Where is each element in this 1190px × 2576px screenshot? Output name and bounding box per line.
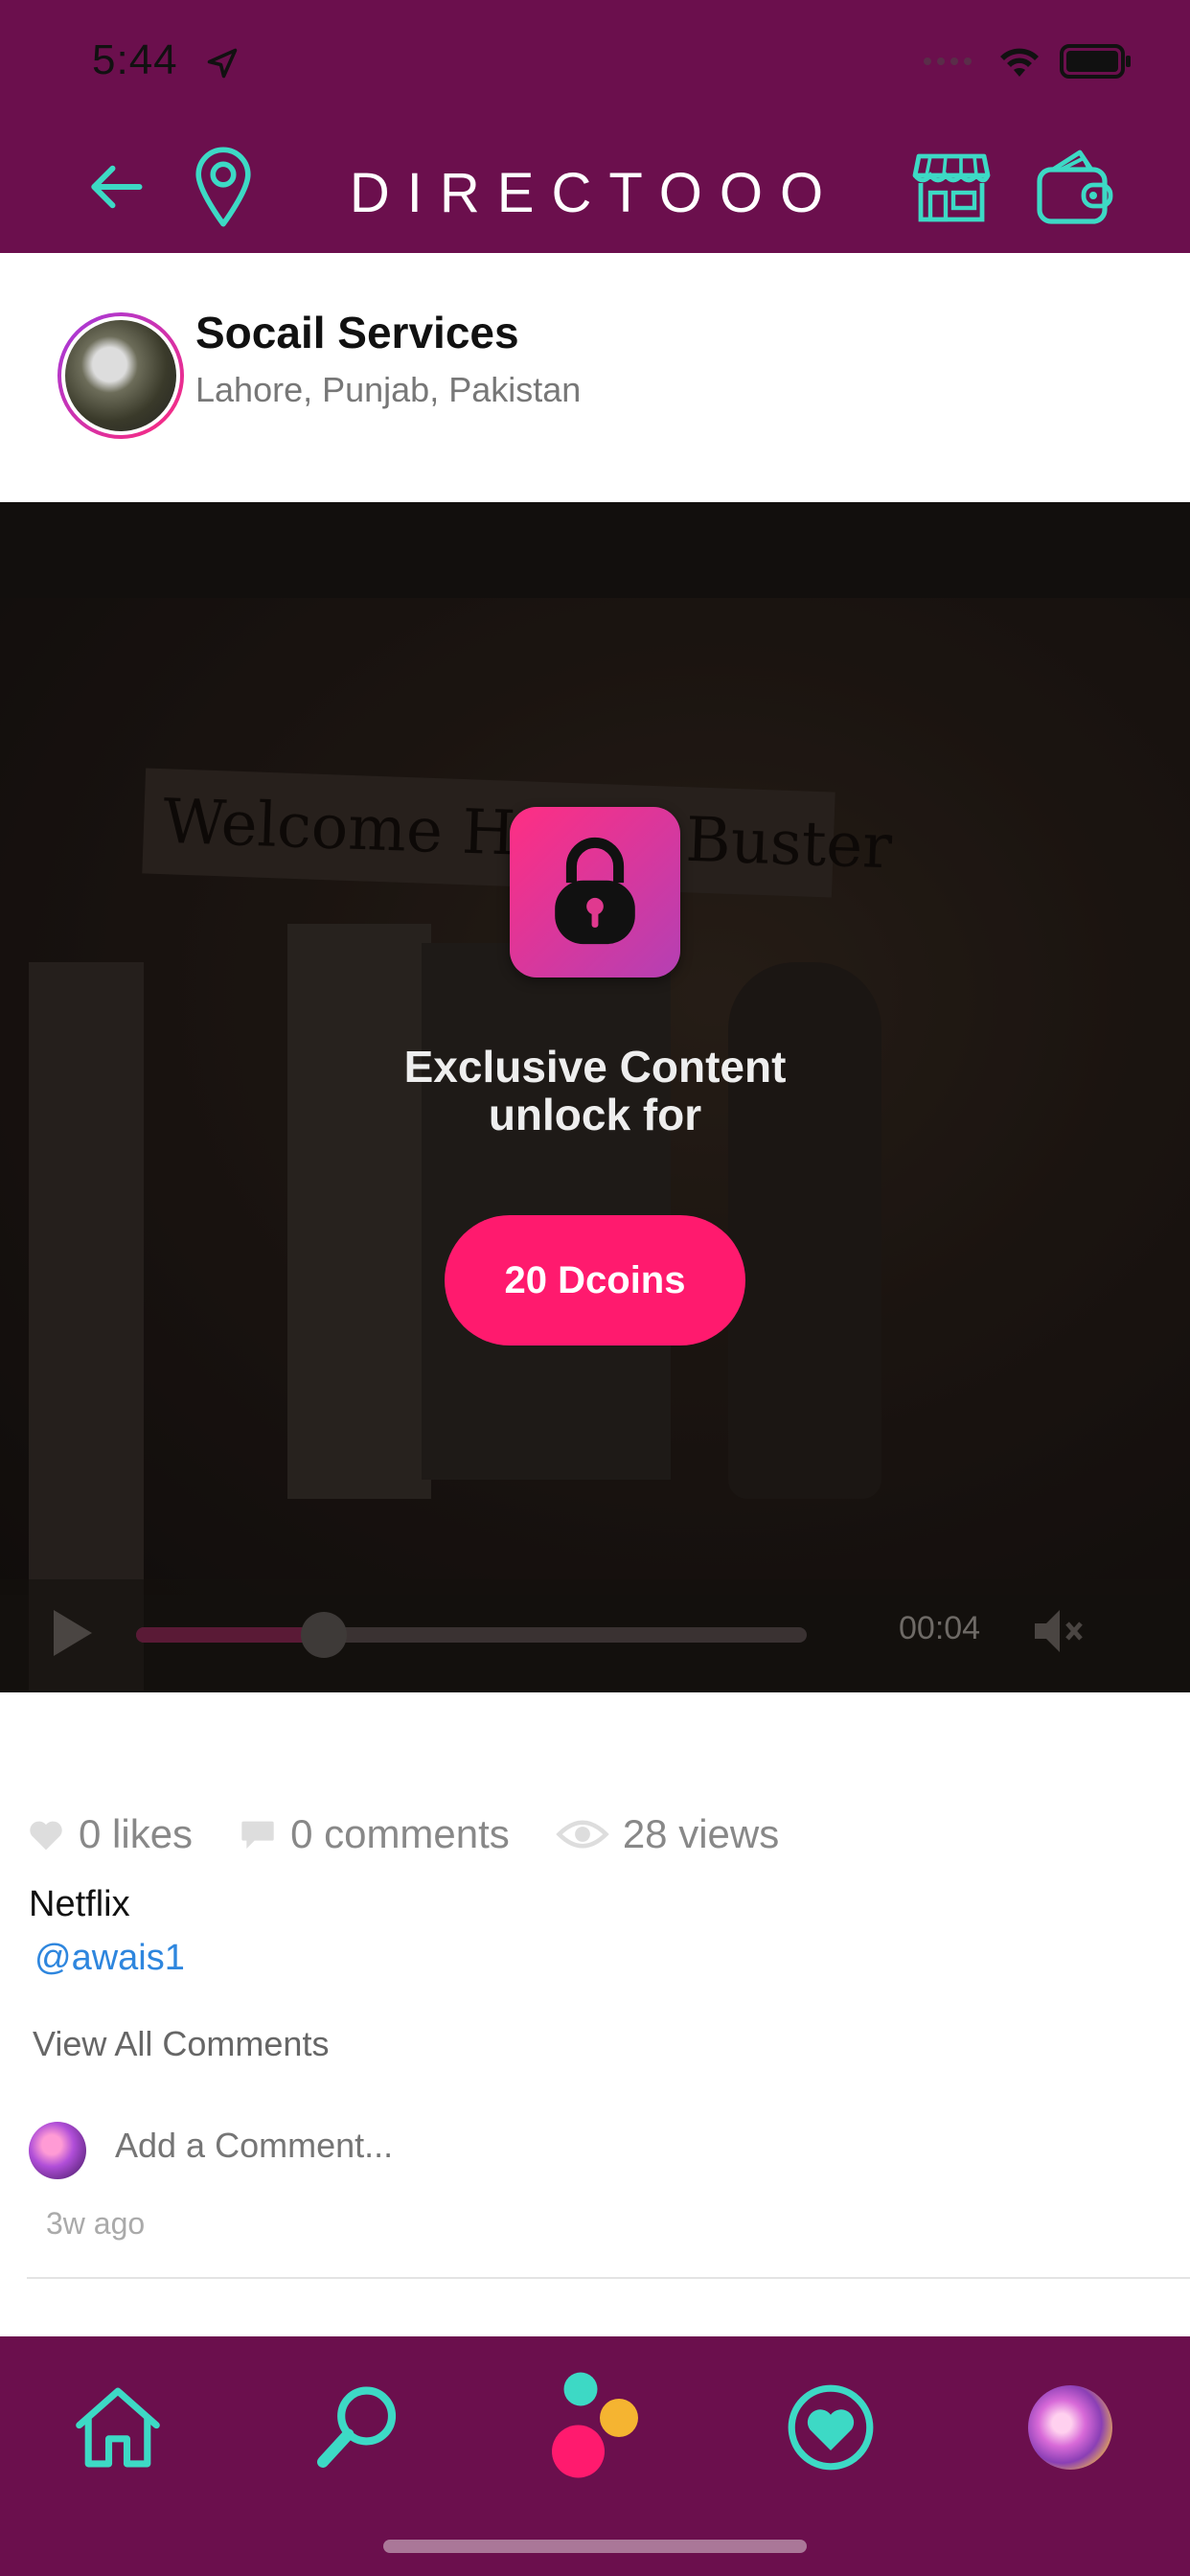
video-scrubber[interactable] [301,1612,347,1658]
video-progress-fill [136,1627,324,1643]
likes-stat[interactable]: 0 likes [27,1811,193,1857]
comments-stat[interactable]: 0 comments [239,1811,510,1857]
eye-icon [556,1820,609,1849]
lock-badge [510,807,680,978]
tab-search[interactable] [305,2375,410,2480]
unlock-message: Exclusive Content unlock for [0,1043,1190,1138]
tab-favorites[interactable] [778,2375,883,2480]
author-location: Lahore, Punjab, Pakistan [195,370,582,409]
video-progress[interactable] [136,1612,807,1658]
current-user-avatar [29,2122,86,2179]
search-icon [317,2386,397,2468]
app-title: DIRECTOOO [349,162,841,224]
comments-count: 0 comments [290,1811,510,1856]
home-indicator [383,2540,807,2553]
store-button[interactable] [908,144,995,230]
store-icon [912,153,991,222]
video-controls: 00:04 [0,1579,1190,1692]
views-count: 28 views [622,1811,780,1856]
tab-profile[interactable] [1018,2375,1123,2480]
author-avatar[interactable] [57,312,184,439]
post-timestamp: 3w ago [46,2206,146,2241]
divider [27,2277,1190,2279]
play-icon[interactable] [42,1604,100,1662]
home-icon [76,2387,160,2468]
likes-count: 0 likes [79,1811,194,1856]
post-caption: Netflix [29,1884,130,1924]
app-logo-icon [552,2372,638,2478]
comment-bubble-icon [241,1821,274,1849]
tab-create[interactable] [542,2372,648,2480]
location-arrow-icon [207,48,238,79]
status-indicators [922,44,1133,79]
signal-icon [924,58,972,65]
status-time: 5:44 [92,36,178,83]
unlock-line-2: unlock for [488,1090,702,1139]
wallet-icon [1037,150,1113,224]
unlock-button[interactable]: 20 Dcoins [445,1215,745,1346]
app-header: 5:44 DIRECTOOO [0,0,1190,253]
wifi-icon [1000,48,1039,77]
views-stat: 28 views [556,1811,779,1857]
padlock-icon [555,837,635,945]
author-name[interactable]: Socail Services [195,307,519,358]
user-mention-link[interactable]: @awais1 [34,1938,185,1979]
author-avatar-image [61,316,180,435]
tab-home[interactable] [65,2375,171,2480]
heart-icon [30,1821,62,1851]
heart-circle-icon [788,2384,874,2471]
battery-icon [1060,44,1131,79]
video-time: 00:04 [899,1610,981,1646]
comment-input[interactable] [115,2126,690,2166]
post-stats: 0 likes 0 comments 28 views [27,1811,825,1857]
view-all-comments-link[interactable]: View All Comments [33,2024,329,2064]
post-media[interactable]: Welcome Home, Buster Exclusive Content u… [0,502,1190,1692]
post-author[interactable]: Socail Services Lahore, Punjab, Pakistan [0,253,1190,502]
wallet-button[interactable] [1031,144,1117,230]
unlock-line-1: Exclusive Content [403,1042,787,1092]
mute-icon[interactable] [1029,1602,1087,1660]
profile-avatar [1028,2385,1112,2470]
